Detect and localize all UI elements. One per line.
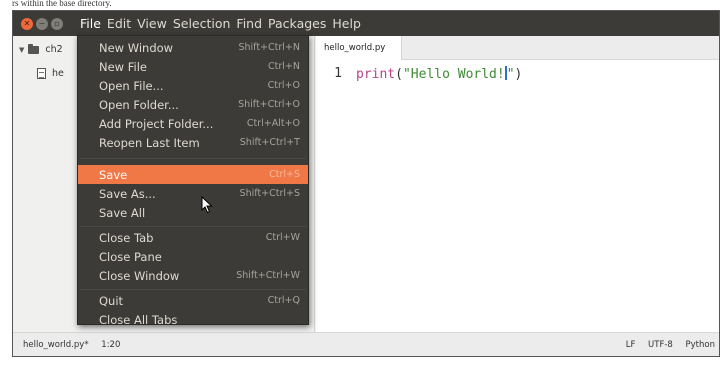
menu-help[interactable]: Help: [329, 11, 364, 36]
menu-item-shortcut: Ctrl+Alt+O: [246, 118, 300, 129]
menu-item-label: Open File...: [99, 78, 164, 93]
folder-icon: [28, 43, 40, 54]
menu-item-close-pane[interactable]: Close Pane: [78, 247, 308, 266]
title-bar: ✕ − ▫ File Edit View Selection Find Pack…: [13, 11, 719, 36]
code-string: "Hello World!: [402, 67, 505, 82]
menu-item-close-tab[interactable]: Close Tab Ctrl+W: [78, 228, 308, 247]
menu-item-label: Save: [99, 167, 128, 182]
menu-item-shortcut: Shift+Ctrl+N: [238, 42, 300, 53]
close-icon[interactable]: ✕: [21, 17, 33, 30]
menu-item-shortcut: Ctrl+W: [265, 232, 300, 243]
menu-edit[interactable]: Edit: [104, 11, 134, 36]
menu-packages[interactable]: Packages: [265, 11, 329, 36]
menu-separator: [80, 289, 306, 290]
tab-bar: hello_world.py: [316, 36, 719, 60]
status-grammar[interactable]: Python: [686, 340, 715, 350]
menu-item-label: Save As...: [99, 186, 156, 201]
menu-item-shortcut: Shift+Ctrl+W: [236, 270, 300, 281]
code-function: print: [356, 67, 396, 82]
line-number: 1: [334, 66, 342, 81]
tab-hello-world[interactable]: hello_world.py: [316, 36, 402, 60]
tab-label: hello_world.py: [324, 43, 386, 53]
menu-item-open-file[interactable]: Open File... Ctrl+O: [78, 76, 308, 95]
minimize-icon[interactable]: −: [36, 17, 48, 30]
mouse-pointer-icon: [201, 196, 213, 214]
menu-separator: [80, 158, 306, 159]
menu-file[interactable]: File: [77, 11, 104, 36]
status-bar: hello_world.py* 1:20 LF UTF-8 Python: [13, 332, 719, 356]
menu-item-shortcut: Shift+Ctrl+T: [239, 137, 300, 148]
menu-item-add-project-folder[interactable]: Add Project Folder... Ctrl+Alt+O: [78, 114, 308, 133]
chevron-down-icon: ▼: [19, 45, 25, 54]
page: rs within the base directory. ✕ − ▫ File…: [0, 0, 720, 367]
menu-item-open-folder[interactable]: Open Folder... Shift+Ctrl+O: [78, 95, 308, 114]
code-string-end: ": [506, 67, 515, 82]
menu-item-label: Add Project Folder...: [99, 116, 214, 131]
menu-item-label: New Window: [99, 40, 174, 55]
menu-separator: [80, 226, 306, 227]
menu-item-new-file[interactable]: New File Ctrl+N: [78, 57, 308, 76]
menu-item-label: Quit: [99, 293, 124, 308]
menu-item-label: Close Window: [99, 268, 180, 283]
menu-item-new-window[interactable]: New Window Shift+Ctrl+N: [78, 38, 308, 57]
menu-item-quit[interactable]: Quit Ctrl+Q: [78, 291, 308, 310]
menu-find[interactable]: Find: [233, 11, 265, 36]
tree-folder-label: ch2: [45, 44, 63, 55]
menu-item-reopen-last-item[interactable]: Reopen Last Item Shift+Ctrl+T: [78, 133, 308, 152]
code-text: print("Hello World! "): [346, 66, 522, 82]
menu-item-shortcut: Ctrl+Q: [267, 295, 300, 306]
maximize-icon[interactable]: ▫: [51, 17, 63, 30]
menu-item-save-all[interactable]: Save All: [78, 203, 308, 222]
menu-view[interactable]: View: [134, 11, 170, 36]
tree-file-label: he: [52, 68, 64, 79]
editor-pane[interactable]: hello_world.py 1 print("Hello World! "): [316, 36, 719, 334]
menu-item-label: Close Pane: [99, 249, 162, 264]
menu-item-shortcut: Ctrl+N: [268, 61, 300, 72]
status-cursor-position[interactable]: 1:20: [101, 340, 120, 350]
code-line-1[interactable]: 1 print("Hello World! "): [316, 66, 522, 82]
tree-folder-ch2[interactable]: ▼ ch2: [19, 43, 63, 55]
code-close-paren: ): [514, 67, 523, 82]
menu-item-label: Reopen Last Item: [99, 135, 200, 150]
menu-item-label: Save All: [99, 205, 146, 220]
status-file-name[interactable]: hello_world.py*: [23, 340, 89, 350]
menu-item-close-all-tabs[interactable]: Close All Tabs: [78, 310, 308, 329]
file-icon: [37, 68, 46, 79]
menu-item-save[interactable]: Save Ctrl+S: [78, 165, 308, 184]
menu-item-shortcut: Ctrl+S: [269, 169, 300, 180]
menu-item-label: New File: [99, 59, 147, 74]
menu-selection[interactable]: Selection: [170, 11, 234, 36]
menu-item-close-window[interactable]: Close Window Shift+Ctrl+W: [78, 266, 308, 285]
status-line-ending[interactable]: LF: [626, 340, 636, 350]
tree-file-hello-world[interactable]: he: [37, 68, 64, 79]
menu-bar: File Edit View Selection Find Packages H…: [77, 11, 364, 36]
menu-item-save-as[interactable]: Save As... Shift+Ctrl+S: [78, 184, 308, 203]
file-menu-dropdown: New Window Shift+Ctrl+N New File Ctrl+N Op…: [77, 35, 309, 327]
code-open-paren: (: [395, 67, 403, 82]
menu-item-shortcut: Shift+Ctrl+S: [239, 188, 300, 199]
atom-editor-window: ✕ − ▫ File Edit View Selection Find Pack…: [12, 10, 720, 357]
menu-item-label: Close Tab: [99, 230, 154, 245]
menu-item-label: Open Folder...: [99, 97, 179, 112]
menu-item-label: Close All Tabs: [99, 312, 178, 327]
menu-item-shortcut: Ctrl+O: [267, 80, 300, 91]
menu-item-shortcut: Shift+Ctrl+O: [238, 99, 300, 110]
background-document-text: rs within the base directory.: [12, 0, 112, 8]
status-encoding[interactable]: UTF-8: [648, 340, 673, 350]
